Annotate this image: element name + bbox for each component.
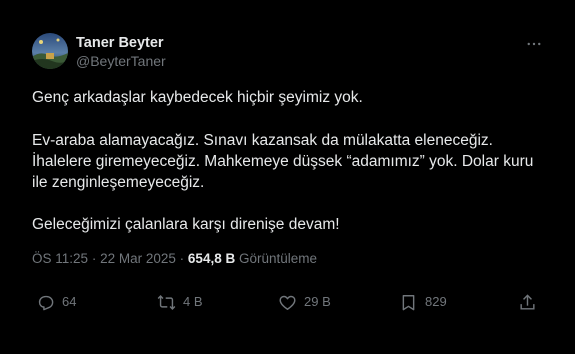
repost-count: 4 B	[183, 294, 203, 309]
tweet-text-line: Geleceğimizi çalanlara karşı direnişe de…	[32, 216, 340, 233]
tweet-text-line: İhalelere giremeyeceğiz. Mahkemeye düşse…	[32, 153, 534, 170]
tweet-text-line: Ev-araba alamayacağız. Sınavı kazansak d…	[32, 132, 493, 149]
avatar[interactable]	[32, 33, 68, 69]
more-options-icon[interactable]	[524, 34, 544, 54]
meta-separator: ·	[179, 251, 185, 266]
bookmark-count: 829	[425, 294, 447, 309]
reply-count: 64	[62, 294, 77, 309]
meta-separator: ·	[91, 251, 97, 266]
tweet-text-line: ile zenginleşemeyeceğiz.	[32, 174, 205, 191]
repost-icon	[157, 294, 176, 310]
author-handle[interactable]: @BeyterTaner	[76, 53, 166, 69]
tweet-date[interactable]: 22 Mar 2025	[100, 251, 176, 266]
avatar-image	[32, 33, 68, 69]
like-count: 29 B	[304, 294, 331, 309]
share-icon	[520, 293, 535, 310]
author-name[interactable]: Taner Beyter	[76, 35, 164, 51]
bookmark-icon	[402, 294, 415, 310]
repost-button[interactable]: 4 B	[157, 290, 203, 314]
heart-icon	[279, 295, 296, 310]
reply-button[interactable]: 64	[36, 290, 76, 314]
tweet-text-line: Genç arkadaşlar kaybedecek hiçbir şeyimi…	[32, 89, 363, 106]
tweet-card: Taner Beyter @BeyterTaner Genç arkadaşla…	[0, 0, 575, 354]
tweet-meta: ÖS 11:25 · 22 Mar 2025 · 654,8 B Görüntü…	[32, 251, 317, 266]
tweet-time[interactable]: ÖS 11:25	[32, 251, 88, 266]
view-count-label: Görüntüleme	[238, 251, 318, 266]
action-bar: 64 4 B 29 B 829	[32, 290, 542, 314]
view-count: 654,8 B	[187, 251, 236, 266]
reply-icon	[38, 295, 54, 310]
like-button[interactable]: 29 B	[278, 290, 331, 314]
share-button[interactable]	[518, 290, 544, 314]
bookmark-button[interactable]: 829	[399, 290, 447, 314]
